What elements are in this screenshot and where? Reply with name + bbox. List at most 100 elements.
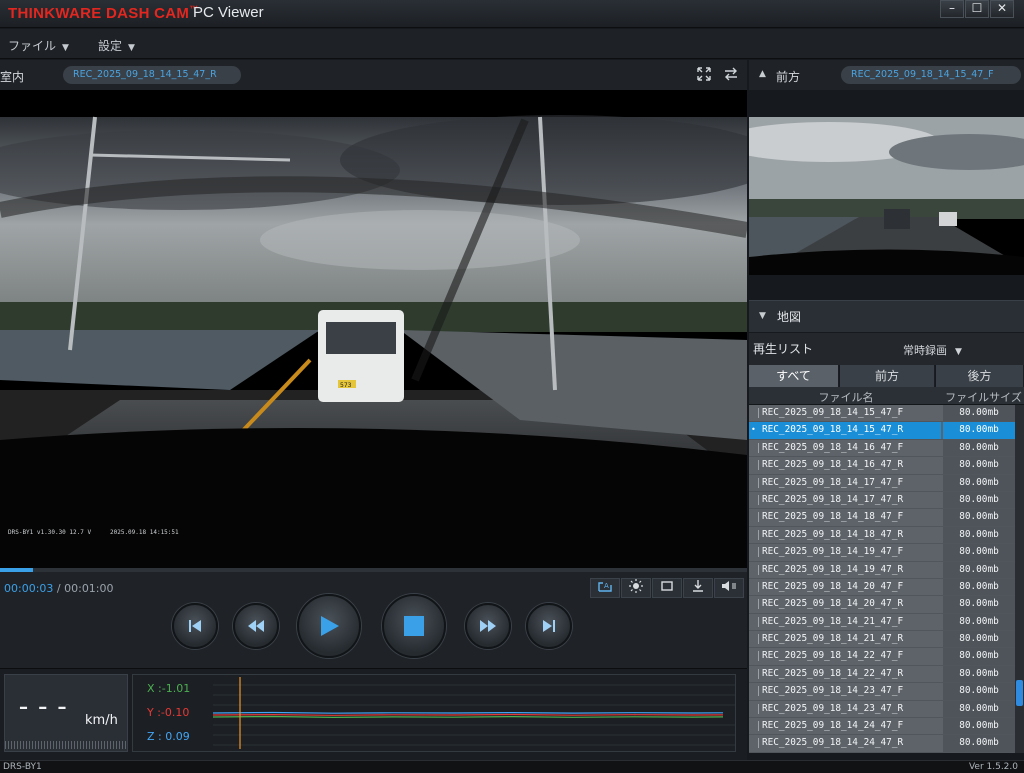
file-size-cell: 80.00mb [943, 665, 1015, 683]
selected-marker-icon: • [751, 425, 756, 435]
file-name-cell: REC_2025_09_18_14_15_47_F [762, 407, 904, 418]
g-sensor-graph[interactable]: X :-1.01 Y :-0.10 Z : 0.09 [132, 674, 736, 752]
file-row[interactable]: REC_2025_09_18_14_23_47_F 80.00mb [749, 683, 1015, 701]
file-name-cell: REC_2025_09_18_14_21_47_R [762, 633, 904, 645]
z-axis-value: Z : 0.09 [147, 730, 190, 743]
row-tree-line [758, 634, 759, 645]
file-row[interactable]: REC_2025_09_18_14_21_47_R 80.00mb [749, 631, 1015, 649]
fullscreen-icon[interactable] [697, 67, 711, 81]
file-size-cell: 80.00mb [943, 735, 1015, 752]
file-size-cell: 80.00mb [943, 422, 1015, 439]
left-view-header: 室内 REC_2025_09_18_14_15_47_R [0, 60, 747, 90]
tab-front[interactable]: 前方 [840, 365, 935, 387]
x-axis-value: X :-1.01 [147, 682, 191, 695]
front-file-field: REC_2025_09_18_14_15_47_F [841, 66, 1021, 84]
speed-value: – – – [19, 697, 69, 718]
file-row[interactable]: REC_2025_09_18_14_15_47_R 80.00mb • [749, 422, 1015, 440]
y-series-line [213, 713, 724, 716]
file-size-cell: 80.00mb [943, 718, 1015, 735]
brightness-button[interactable] [621, 578, 651, 598]
row-tree-line [758, 703, 759, 714]
row-tree-line [758, 442, 759, 453]
file-name-cell: REC_2025_09_18_14_16_47_R [762, 459, 904, 471]
video-overlay-device: DRS-BY1 v1.30.30 12.7 V [8, 529, 91, 536]
file-row[interactable]: REC_2025_09_18_14_24_47_R 80.00mb [749, 735, 1015, 753]
maximize-button[interactable]: ☐ [965, 0, 989, 18]
minimize-button[interactable]: – [940, 0, 964, 18]
file-row[interactable]: REC_2025_09_18_14_23_47_R 80.00mb [749, 700, 1015, 719]
map-toggle-icon[interactable]: ▼ [759, 311, 766, 321]
speed-unit: km/h [85, 713, 118, 728]
right-view-header: ▲ 前方 REC_2025_09_18_14_15_47_F [749, 60, 1024, 90]
file-row[interactable]: REC_2025_09_18_14_20_47_R 80.00mb [749, 596, 1015, 614]
download-button[interactable] [683, 578, 713, 598]
collapse-up-icon[interactable]: ▲ [759, 69, 766, 79]
tab-rear[interactable]: 後方 [936, 365, 1024, 387]
file-row[interactable]: REC_2025_09_18_14_18_47_R 80.00mb [749, 526, 1015, 545]
column-file-name[interactable]: ファイル名 [749, 389, 943, 405]
file-name-cell: REC_2025_09_18_14_23_47_F [762, 685, 904, 697]
file-row[interactable]: REC_2025_09_18_14_17_47_R 80.00mb [749, 491, 1015, 510]
file-row[interactable]: REC_2025_09_18_14_22_47_R 80.00mb [749, 665, 1015, 684]
file-size-cell: 80.00mb [943, 474, 1015, 491]
rewind-icon [248, 620, 264, 632]
play-button[interactable] [297, 594, 361, 658]
front-camera-preview[interactable] [749, 117, 1024, 275]
map-section-header[interactable]: ▼ 地図 [749, 300, 1024, 332]
main-video[interactable]: 573 DRS-BY1 v1.30.30 12.7 V 2025.09.18 1… [0, 90, 780, 568]
file-size-cell: 80.00mb [943, 526, 1015, 544]
g-sensor-plot [213, 677, 735, 749]
scrollbar-thumb[interactable] [1016, 680, 1023, 706]
column-file-size[interactable]: ファイルサイズ [943, 389, 1024, 405]
file-row[interactable]: REC_2025_09_18_14_18_47_F 80.00mb [749, 509, 1015, 527]
file-name-cell: REC_2025_09_18_14_23_47_R [762, 702, 904, 714]
file-row[interactable]: REC_2025_09_18_14_24_47_F 80.00mb [749, 718, 1015, 736]
swap-view-icon[interactable] [724, 67, 738, 81]
volume-button[interactable] [714, 578, 744, 598]
speed-display: – – – km/h [4, 674, 128, 752]
row-tree-line [758, 477, 759, 488]
tab-all[interactable]: すべて [749, 365, 839, 387]
close-button[interactable]: ✕ [990, 0, 1014, 18]
next-file-button[interactable] [526, 603, 572, 649]
row-tree-line [758, 547, 759, 558]
svg-text:A: A [604, 582, 609, 590]
stop-button[interactable] [382, 594, 446, 658]
row-tree-line [758, 529, 759, 540]
file-row[interactable]: REC_2025_09_18_14_15_47_F 80.00mb [749, 405, 1015, 423]
file-row[interactable]: REC_2025_09_18_14_17_47_F 80.00mb [749, 474, 1015, 492]
skip-next-icon [543, 620, 555, 632]
file-name-cell: REC_2025_09_18_14_20_47_R [762, 598, 904, 610]
file-row[interactable]: REC_2025_09_18_14_22_47_F 80.00mb [749, 648, 1015, 666]
menu-file[interactable]: ファイル ▼ [8, 37, 69, 54]
auto-adjust-button[interactable]: A [590, 578, 620, 598]
file-size-cell: 80.00mb [943, 405, 1015, 422]
file-name-cell: REC_2025_09_18_14_22_47_F [762, 650, 904, 662]
file-name-cell: REC_2025_09_18_14_16_47_F [762, 441, 904, 453]
play-icon [321, 616, 339, 636]
license-plate: 573 [340, 382, 352, 389]
file-row[interactable]: REC_2025_09_18_14_19_47_R 80.00mb [749, 561, 1015, 579]
file-row[interactable]: REC_2025_09_18_14_21_47_F 80.00mb [749, 613, 1015, 632]
screen-mode-button[interactable] [652, 578, 682, 598]
row-tree-line [758, 721, 759, 732]
file-name-cell: REC_2025_09_18_14_19_47_R [762, 563, 904, 575]
rewind-button[interactable] [233, 603, 279, 649]
file-row[interactable]: REC_2025_09_18_14_16_47_F 80.00mb [749, 439, 1015, 458]
recording-mode-select[interactable]: 常時録画 ▼ [903, 342, 962, 358]
fast-forward-button[interactable] [465, 603, 511, 649]
fast-forward-icon [480, 620, 496, 632]
stop-icon [404, 616, 424, 636]
file-name-cell: REC_2025_09_18_14_21_47_F [762, 615, 904, 627]
file-list: REC_2025_09_18_14_15_47_F 80.00mb REC_2025… [749, 405, 1015, 753]
file-name-cell: REC_2025_09_18_14_18_47_F [762, 511, 904, 523]
row-tree-line [758, 668, 759, 679]
file-row[interactable]: REC_2025_09_18_14_19_47_F 80.00mb [749, 544, 1015, 562]
file-row[interactable]: REC_2025_09_18_14_20_47_F 80.00mb [749, 578, 1015, 597]
row-tree-line [758, 616, 759, 627]
interior-view-label: 室内 [0, 70, 25, 84]
file-row[interactable]: REC_2025_09_18_14_16_47_R 80.00mb [749, 457, 1015, 475]
previous-file-button[interactable] [172, 603, 218, 649]
file-size-cell: 80.00mb [943, 631, 1015, 648]
menu-settings[interactable]: 設定 ▼ [98, 37, 135, 54]
